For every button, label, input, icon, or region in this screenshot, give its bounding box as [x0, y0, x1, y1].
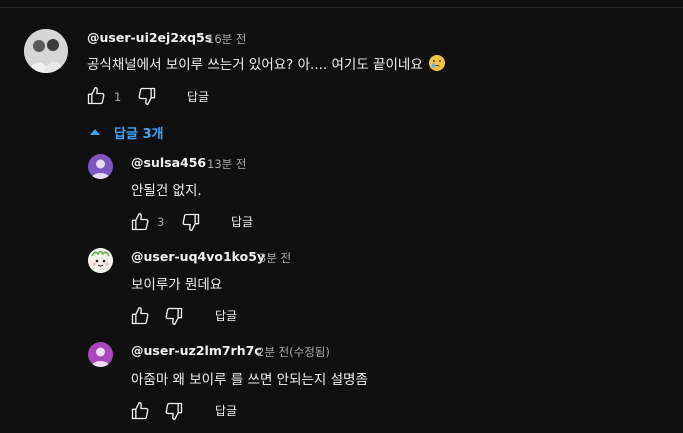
thumb-down-icon	[165, 402, 183, 420]
thumb-down-icon	[138, 87, 156, 106]
crying-emoji-icon	[429, 55, 446, 71]
reply-text: 안될건 없지.	[131, 183, 202, 199]
caret-up-icon	[90, 129, 100, 135]
cartoon-face-icon	[88, 248, 113, 273]
reply-button[interactable]: 답글	[215, 402, 237, 419]
comment-text: 공식채널에서 보이루 쓰는거 있어요? 아.... 여기도 끝이네요	[87, 53, 446, 73]
like-count: 3	[157, 215, 165, 229]
thumb-up-icon	[131, 402, 149, 420]
dislike-button[interactable]	[162, 304, 186, 328]
replies-toggle-button[interactable]: 답글 3개	[90, 122, 163, 142]
reply-button[interactable]: 답글	[215, 307, 237, 324]
reply-author[interactable]: @user-uz2lm7rh7c	[131, 343, 262, 358]
reply-button[interactable]: 답글	[231, 213, 253, 230]
like-button[interactable]	[128, 399, 152, 423]
thumb-up-icon	[87, 87, 105, 105]
thumb-down-icon	[182, 213, 200, 231]
section-divider	[0, 0, 683, 8]
reply-button[interactable]: 답글	[187, 88, 209, 105]
avatar[interactable]	[88, 342, 113, 367]
comment-text-content: 공식채널에서 보이루 쓰는거 있어요? 아.... 여기도 끝이네요	[87, 57, 423, 73]
avatar[interactable]	[88, 154, 113, 179]
person-icon	[91, 347, 110, 367]
avatar[interactable]	[88, 248, 113, 273]
reply-text: 보이루가 뭔데요	[131, 277, 223, 293]
like-button[interactable]	[128, 304, 152, 328]
comment-time[interactable]: 16분 전	[207, 31, 246, 47]
dislike-button[interactable]	[179, 210, 203, 234]
comment-author[interactable]: @user-ui2ej2xq5s	[87, 30, 212, 45]
thumb-up-icon	[131, 307, 149, 325]
person-icon	[91, 159, 110, 179]
replies-toggle-label: 답글 3개	[114, 126, 164, 142]
reply-time[interactable]: 3분 전	[259, 250, 291, 266]
thumb-down-icon	[165, 307, 183, 325]
dislike-button[interactable]	[135, 84, 159, 108]
like-count: 1	[114, 90, 122, 104]
reply-text: 아줌마 왜 보이루 를 쓰면 안되는지 설명좀	[131, 372, 368, 388]
like-button[interactable]	[128, 210, 152, 234]
dislike-button[interactable]	[162, 399, 186, 423]
reply-author[interactable]: @sulsa456	[131, 155, 206, 170]
reply-author[interactable]: @user-uq4vo1ko5y	[131, 249, 265, 264]
avatar[interactable]	[24, 29, 68, 73]
like-button[interactable]	[84, 84, 108, 108]
thumb-up-icon	[131, 213, 149, 231]
reply-time[interactable]: 2분 전(수정됨)	[257, 344, 330, 360]
reply-time[interactable]: 13분 전	[207, 156, 246, 172]
avatar-photo-icon	[24, 29, 68, 73]
